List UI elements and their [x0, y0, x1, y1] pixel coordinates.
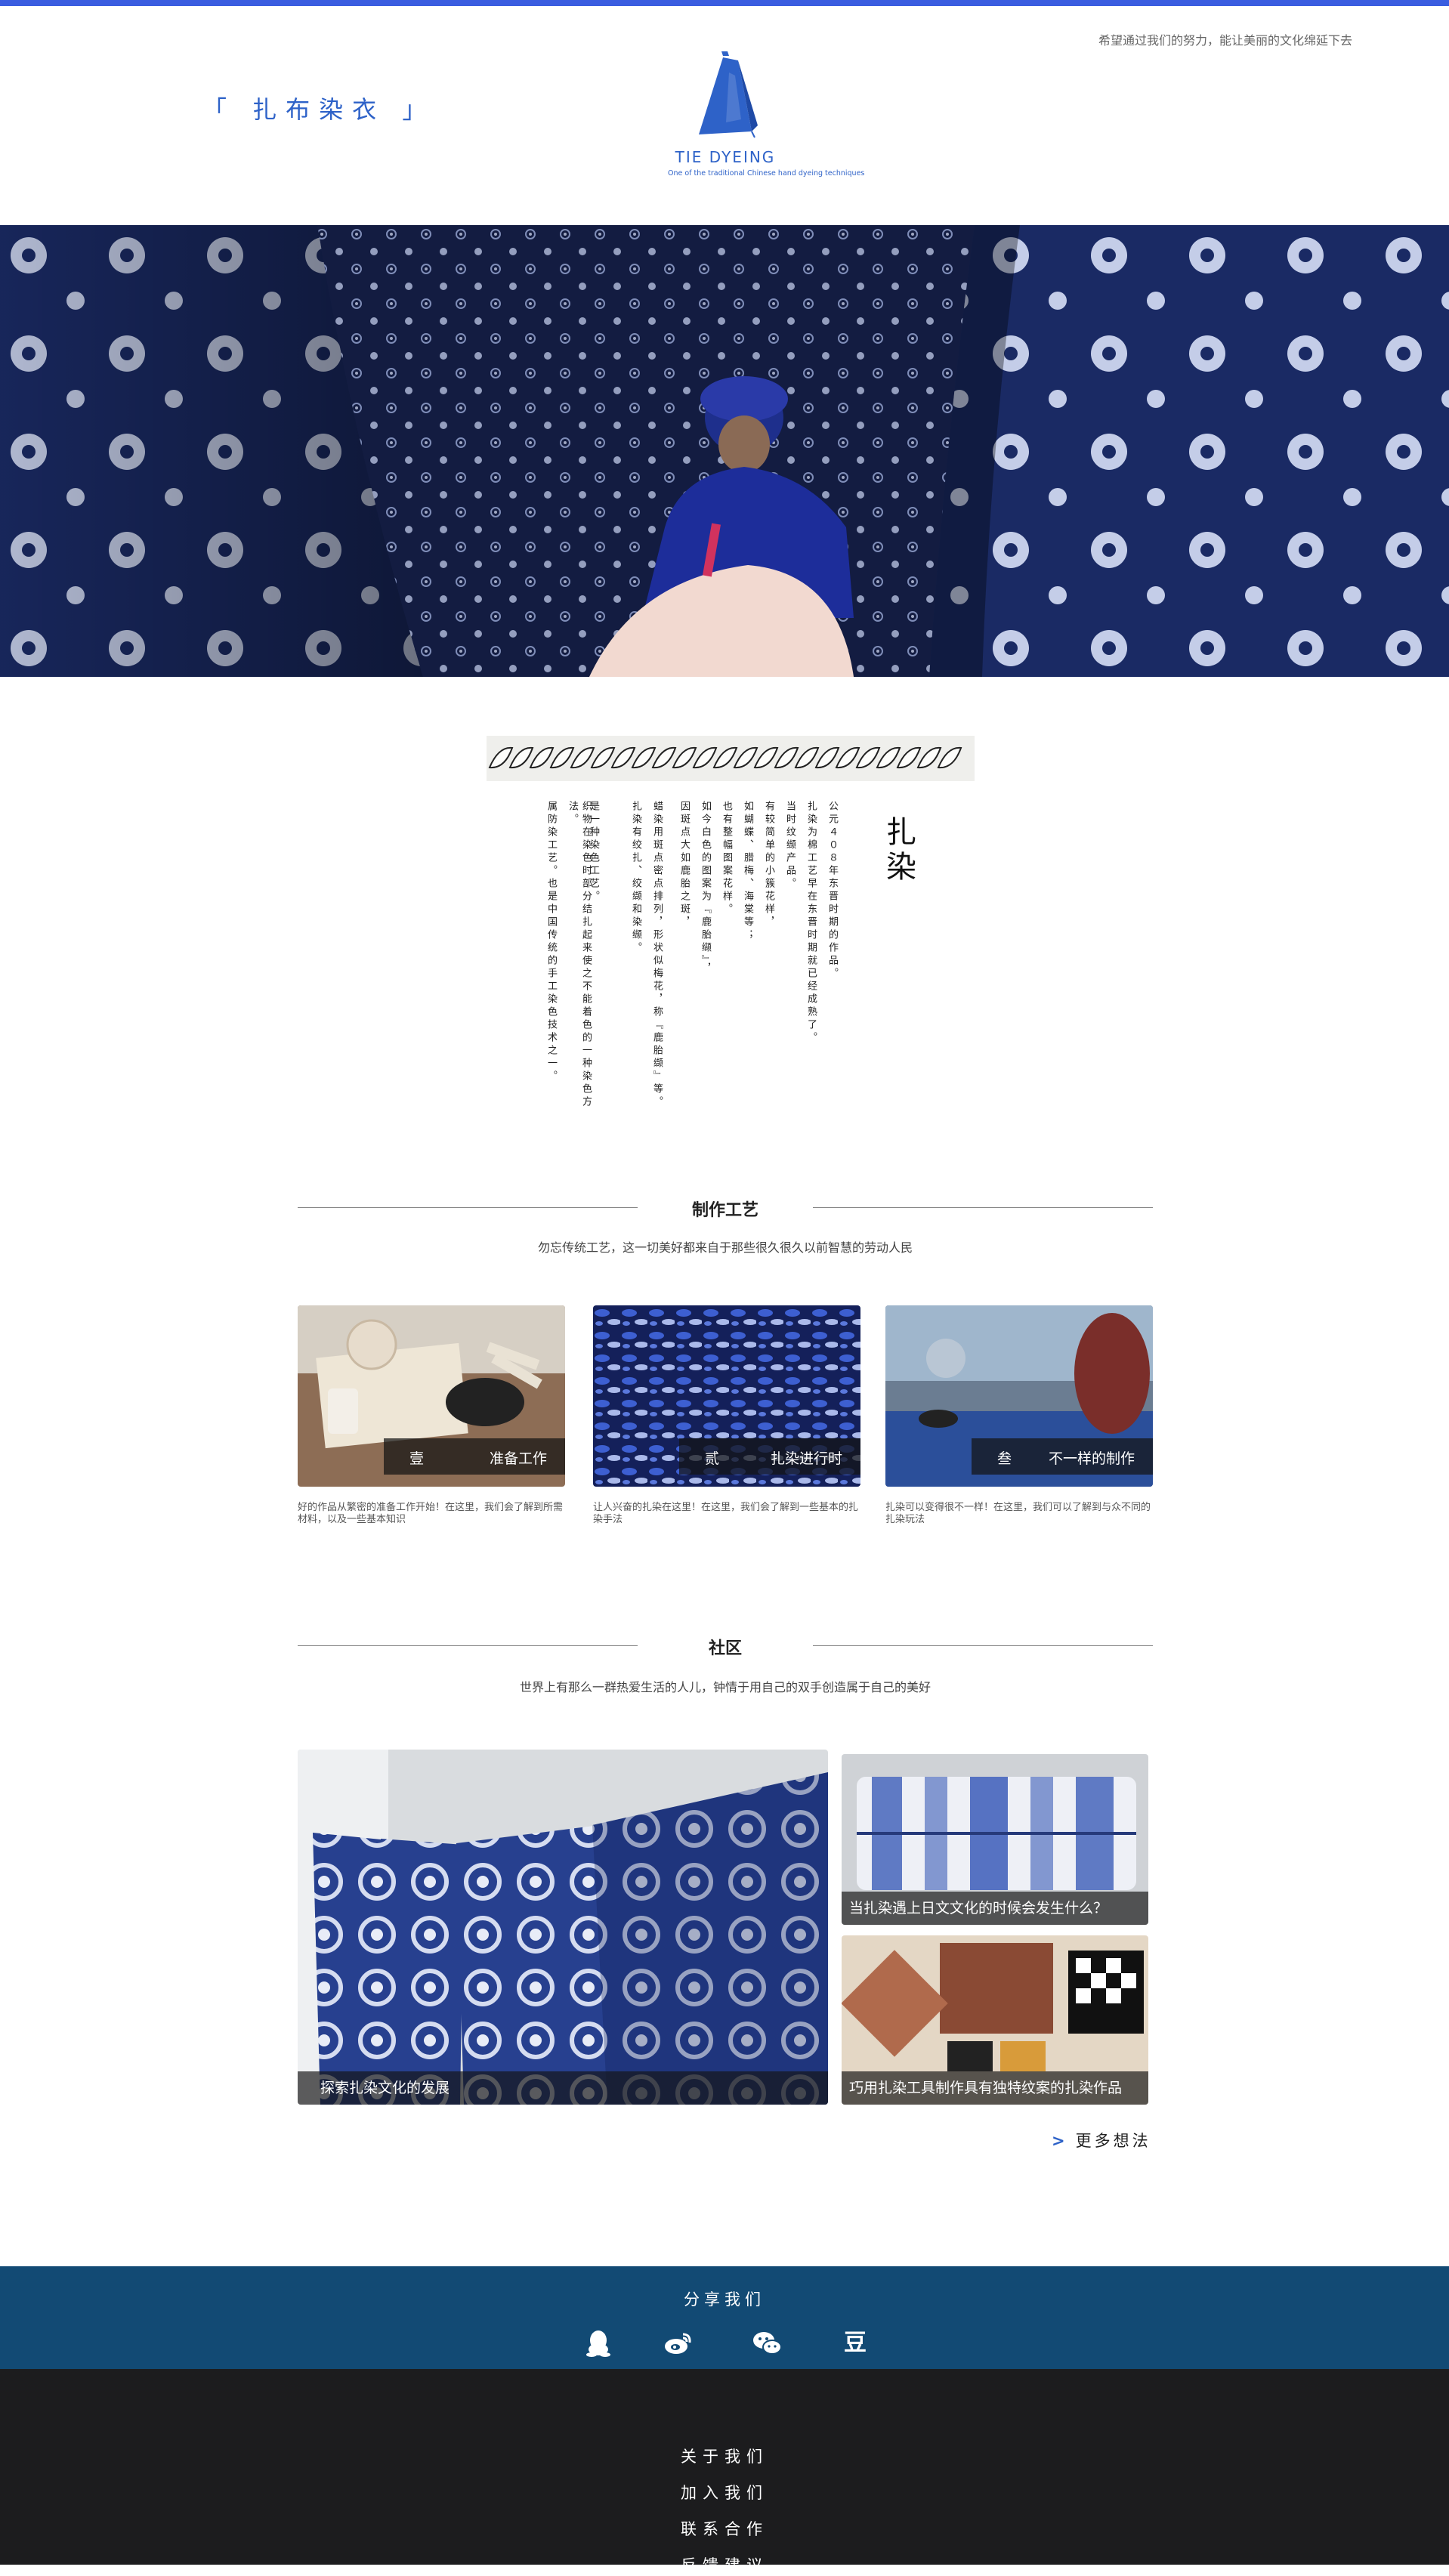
- logo-title: TIE DYEING: [675, 148, 776, 166]
- poem-column: 织物在染色时部分结扎起来使之不能着色的一种染色方法。: [567, 801, 592, 1109]
- community-post-tools[interactable]: 巧用扎染工具制作具有独特纹案的扎染作品: [842, 1935, 1148, 2105]
- card-description: 扎染可以变得很不一样！在这里，我们可以了解到与众不同的扎染玩法: [885, 1502, 1151, 1525]
- community-post-pouch[interactable]: 当扎染遇上日文文化的时候会发生什么？: [842, 1754, 1148, 1925]
- card-number: 壹: [409, 1450, 425, 1467]
- logo-subtitle: One of the traditional Chinese hand dyei…: [668, 169, 865, 178]
- card-title: 准备工作: [489, 1450, 547, 1467]
- card-description: 让人兴奋的扎染在这里！在这里，我们会了解到一些基本的扎染手法: [593, 1502, 859, 1525]
- community-post-large[interactable]: 探索扎染文化的发展: [298, 1750, 828, 2105]
- poem-column: 公元４０８年东晋时期的作品。: [826, 801, 838, 981]
- poem-column: 蜡染用斑点密点排列，形状似梅花，称『鹿胎缬』等。: [651, 801, 663, 1109]
- vertical-text-block: 扎染 公元４０８年东晋时期的作品。 扎染为棉工艺早在东晋时期就已经成熟了。 当时…: [529, 801, 922, 1118]
- community-title: 社区: [708, 1639, 742, 1658]
- top-accent-bar: [0, 0, 1449, 6]
- poem-column: 如蝴蝶、腊梅、海棠等；: [742, 801, 753, 942]
- share-band: 分享我们 豆: [0, 2266, 1449, 2369]
- hanging-fabrics-photo: [298, 1750, 828, 2105]
- poem-column: 也有整幅图案花样。: [721, 801, 732, 916]
- footer-link-contact[interactable]: 联系合作: [0, 2517, 1449, 2540]
- footer-link-about[interactable]: 关于我们: [0, 2445, 1449, 2467]
- poem-column: 扎染为棉工艺早在东晋时期就已经成熟了。: [805, 801, 817, 1045]
- card-description: 好的作品从繁密的准备工作开始！在这里，我们会了解到所需材料，以及一些基本知识: [298, 1502, 564, 1525]
- more-ideas-link[interactable]: > 更多想法: [1052, 2129, 1151, 2151]
- card-number: 叁: [997, 1450, 1012, 1467]
- site-footer: 关于我们 加入我们 联系合作 反馈建议: [0, 2369, 1449, 2574]
- sail-logo-icon: [699, 51, 758, 138]
- footer-link-join[interactable]: 加入我们: [0, 2481, 1449, 2503]
- qq-icon[interactable]: [583, 2328, 613, 2358]
- footer-link-feedback[interactable]: 反馈建议: [0, 2553, 1449, 2576]
- post-caption: 探索扎染文化的发展: [298, 2071, 828, 2105]
- weibo-icon[interactable]: [663, 2328, 694, 2358]
- community-subtitle: 世界上有那么一群热爱生活的人儿，钟情于用自己的双手创造属于自己的美好: [519, 1680, 931, 1694]
- site-header: 「 扎布染衣 」 希望通过我们的努力，能让美丽的文化绵延下去 TIE DYEIN…: [0, 6, 1449, 225]
- poem-column: 因斑点大如鹿胎之斑，: [678, 801, 690, 929]
- process-card-dyeing[interactable]: 贰 扎染进行时: [593, 1305, 860, 1487]
- poem-column: 属防染工艺。也是中国传统的手工染色技术之一。: [545, 801, 557, 1083]
- post-caption: 当扎染遇上日文文化的时候会发生什么？: [842, 1892, 1148, 1925]
- more-ideas-label: 更多想法: [1075, 2132, 1151, 2150]
- card-title: 扎染进行时: [770, 1450, 842, 1467]
- poem-column: 有较简单的小簇花样，: [763, 801, 774, 929]
- community-section-heading: 社区: [298, 1630, 1153, 1660]
- hero-image: [0, 225, 1449, 677]
- rope-divider-image: [487, 736, 975, 781]
- brand-title[interactable]: 「 扎布染衣 」: [202, 91, 435, 125]
- header-tagline: 希望通过我们的努力，能让美丽的文化绵延下去: [1098, 33, 1352, 48]
- chevron-right-icon: >: [1052, 2132, 1068, 2150]
- card-label-bar: 叁 不一样的制作: [972, 1438, 1153, 1475]
- process-section-heading: 制作工艺: [298, 1192, 1153, 1222]
- poem-column: 扎染有绞扎、绞缬和染缬。: [630, 801, 641, 955]
- card-number: 贰: [705, 1450, 720, 1467]
- share-icon-row: 豆: [574, 2328, 876, 2358]
- poem-title: 扎染: [881, 816, 916, 885]
- site-logo[interactable]: TIE DYEING One of the traditional Chines…: [665, 50, 865, 193]
- card-label-bar: 壹 准备工作: [384, 1438, 565, 1475]
- card-label-bar: 贰 扎染进行时: [679, 1438, 860, 1475]
- poem-column: 当时纹缬产品。: [784, 801, 796, 891]
- process-card-prepare[interactable]: 壹 准备工作: [298, 1305, 565, 1487]
- process-card-creative[interactable]: 叁 不一样的制作: [885, 1305, 1153, 1487]
- process-subtitle: 勿忘传统工艺，这一切美好都来自于那些很久很久以前智慧的劳动人民: [537, 1240, 913, 1255]
- wechat-icon[interactable]: [752, 2328, 783, 2358]
- post-caption: 巧用扎染工具制作具有独特纹案的扎染作品: [842, 2071, 1148, 2105]
- process-title: 制作工艺: [691, 1201, 758, 1220]
- douban-icon[interactable]: 豆: [840, 2328, 870, 2358]
- share-title: 分享我们: [684, 2290, 765, 2309]
- poem-column: 如今白色的图案为『鹿胎缬』，: [700, 801, 711, 976]
- card-title: 不一样的制作: [1048, 1450, 1135, 1467]
